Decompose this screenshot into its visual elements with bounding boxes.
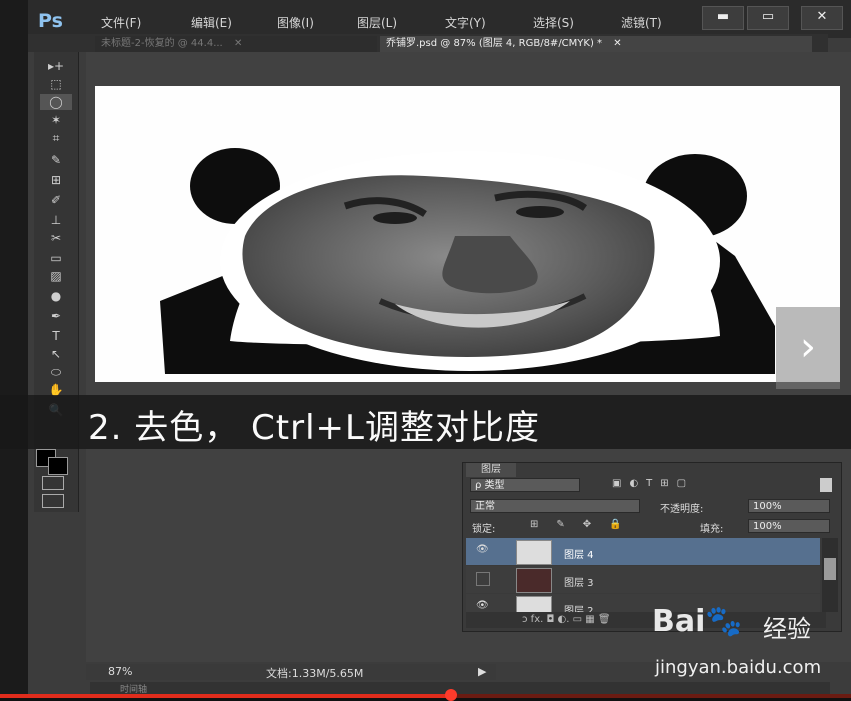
layer-thumbnail <box>516 596 552 612</box>
marquee-tool-icon[interactable]: ⬚ <box>40 76 72 92</box>
dodge-tool-icon[interactable]: ✒ <box>40 308 72 324</box>
crop-tool-icon[interactable]: ⌗ <box>40 130 72 146</box>
menu-layer[interactable]: 图层(L) <box>357 14 397 31</box>
type-tool-icon[interactable]: ↖ <box>40 346 72 362</box>
path-selection-tool-icon[interactable]: ⬭ <box>40 364 72 380</box>
pen-tool-icon[interactable]: T <box>40 328 72 344</box>
close-window-button[interactable]: ✕ <box>801 6 843 30</box>
layer-row[interactable]: 👁 图层 4 <box>466 538 820 565</box>
watermark-jingyan: 经验 <box>763 615 811 643</box>
blend-mode-select[interactable]: 正常 <box>470 499 640 513</box>
menu-edit[interactable]: 编辑(E) <box>191 14 232 31</box>
scrollbar-thumb[interactable] <box>824 558 836 580</box>
opacity-input[interactable]: 100% <box>748 499 830 513</box>
lasso-tool-icon[interactable]: ◯ <box>40 94 72 110</box>
screen-mode-icon[interactable] <box>42 494 64 508</box>
brush-tool-icon[interactable]: ✐ <box>40 192 72 208</box>
background-color-swatch[interactable] <box>48 457 68 475</box>
status-arrow-icon[interactable]: ▶ <box>478 665 486 678</box>
filter-icons: ▣◐T⊞▢ <box>612 478 695 489</box>
video-progress-played <box>0 694 452 698</box>
menu-file[interactable]: 文件(F) <box>101 14 141 31</box>
close-icon[interactable]: ✕ <box>234 38 242 49</box>
lock-label: 锁定: <box>472 524 496 535</box>
status-bar: 87% 文档:1.33M/5.65M ▶ <box>86 664 496 680</box>
eye-icon[interactable]: 👁 <box>476 600 492 612</box>
document-canvas[interactable] <box>95 86 840 382</box>
zoom-level[interactable]: 87% <box>108 665 132 678</box>
tab-untitled-2[interactable]: 未标题-2-恢复的 @ 44.4... ✕ <box>95 36 377 52</box>
gradient-tool-icon[interactable]: ▨ <box>40 268 72 284</box>
maximize-button[interactable]: ▭ <box>747 6 789 30</box>
history-brush-tool-icon[interactable]: ✂ <box>40 230 72 246</box>
lock-icons[interactable]: ⊞✎✥🔒 <box>530 519 660 533</box>
layer-thumbnail <box>516 540 552 565</box>
timeline-panel: 时间轴 <box>90 682 830 695</box>
eyedropper-tool-icon[interactable]: ✎ <box>40 152 72 168</box>
watermark-url: jingyan.baidu.com <box>655 657 822 678</box>
menu-type[interactable]: 文字(Y) <box>445 14 486 31</box>
quick-mask-icon[interactable] <box>42 476 64 490</box>
menu-select[interactable]: 选择(S) <box>533 14 574 31</box>
video-progress-knob[interactable] <box>445 689 457 701</box>
layer-name: 图层 3 <box>564 578 594 589</box>
tab-active-document[interactable]: 乔铺罗.psd @ 87% (图层 4, RGB/8#/CMYK) * ✕ <box>380 36 812 52</box>
magic-wand-tool-icon[interactable]: ✶ <box>40 112 72 128</box>
fill-input[interactable]: 100% <box>748 519 830 533</box>
fill-label: 填充: <box>700 524 724 535</box>
baidu-logo: Bai🐾 <box>652 604 743 639</box>
menu-filter[interactable]: 滤镜(T) <box>621 14 662 31</box>
filter-toggle[interactable] <box>820 478 832 492</box>
layer-filter-select[interactable]: ρ 类型 <box>470 478 580 492</box>
layers-panel-tab[interactable]: 图层 <box>466 463 516 477</box>
layer-name: 图层 2 <box>564 606 594 612</box>
layer-thumbnail <box>516 568 552 593</box>
tab-label: 乔铺罗.psd @ 87% (图层 4, RGB/8#/CMYK) * <box>386 38 603 49</box>
minimize-button[interactable]: ▬ <box>702 6 744 30</box>
layer-name: 图层 4 <box>564 550 594 561</box>
panda-meme-image <box>160 148 775 374</box>
document-size: 文档:1.33M/5.65M <box>266 667 364 680</box>
tab-label: 未标题-2-恢复的 @ 44.4... <box>101 38 223 49</box>
ps-logo: Ps <box>38 10 63 32</box>
eraser-tool-icon[interactable]: ▭ <box>40 250 72 266</box>
layer-row[interactable]: 图层 3 <box>466 566 820 593</box>
opacity-label: 不透明度: <box>660 504 704 515</box>
blur-tool-icon[interactable]: ● <box>40 288 72 304</box>
healing-tool-icon[interactable]: ⊞ <box>40 172 72 188</box>
menu-image[interactable]: 图像(I) <box>277 14 314 31</box>
eye-icon[interactable]: 👁 <box>476 544 492 558</box>
stamp-tool-icon[interactable]: ⊥ <box>40 212 72 228</box>
visibility-toggle[interactable] <box>476 572 490 586</box>
next-slide-button[interactable]: › <box>776 307 840 389</box>
move-tool-icon[interactable]: ▸+ <box>40 58 72 74</box>
tutorial-caption: 2. 去色， Ctrl+L调整对比度 <box>88 408 540 448</box>
layer-footer-icons[interactable]: ↄ fx. ◘ ◐. ▭ ▦ 🗑 <box>522 614 611 625</box>
close-icon[interactable]: ✕ <box>613 38 621 49</box>
